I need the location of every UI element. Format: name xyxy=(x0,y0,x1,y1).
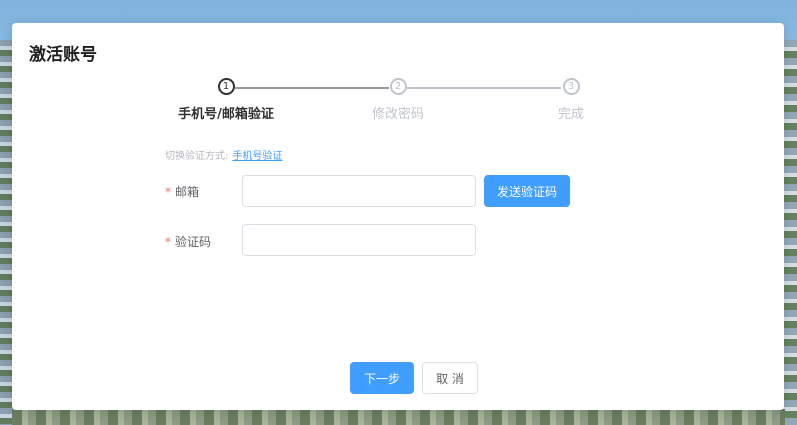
code-label: * 验证码 xyxy=(165,233,211,250)
switch-verification-prefix: 切换验证方式: xyxy=(165,151,229,162)
cancel-button[interactable]: 取 消 xyxy=(422,362,478,394)
next-step-button[interactable]: 下一步 xyxy=(350,362,414,394)
switch-to-phone-link[interactable]: 手机号验证 xyxy=(232,151,282,162)
switch-verification-row: 切换验证方式: 手机号验证 xyxy=(165,147,282,162)
email-required-mark: * xyxy=(165,185,171,199)
step-1-label: 手机号/邮箱验证 xyxy=(178,107,274,122)
email-input[interactable] xyxy=(242,175,476,207)
step-3-number: 3 xyxy=(562,78,580,95)
dialog-title: 激活账号 xyxy=(29,45,97,65)
step-1-number: 1 xyxy=(217,78,235,95)
background-bottom-scenery xyxy=(12,409,785,425)
step-3: 3 完成 xyxy=(506,78,636,122)
code-required-mark: * xyxy=(165,235,171,249)
step-1: 1 手机号/邮箱验证 xyxy=(161,78,291,122)
background-right-scenery xyxy=(783,40,797,425)
step-3-label: 完成 xyxy=(557,107,584,122)
email-label: * 邮箱 xyxy=(165,183,199,200)
code-label-text: 验证码 xyxy=(175,235,212,249)
activate-account-dialog: 激活账号 1 手机号/邮箱验证 2 修改密码 3 完成 切换验证方式: 手机号验证… xyxy=(12,23,784,410)
email-label-text: 邮箱 xyxy=(175,185,200,199)
step-2: 2 修改密码 xyxy=(333,78,463,122)
verification-code-input[interactable] xyxy=(242,224,476,256)
send-code-button[interactable]: 发送验证码 xyxy=(484,175,570,207)
step-2-number: 2 xyxy=(389,78,407,95)
step-2-label: 修改密码 xyxy=(371,107,424,122)
